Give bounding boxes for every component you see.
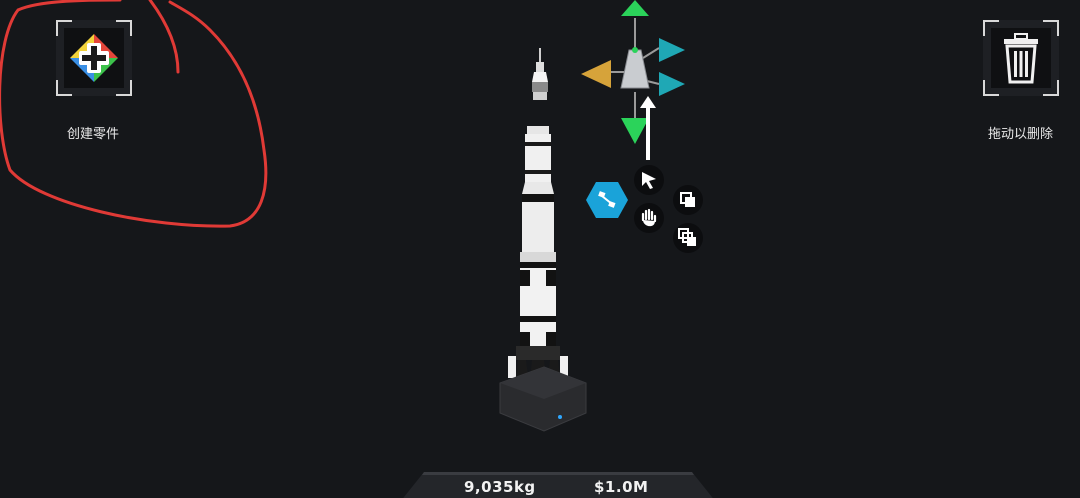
cost-readout: $1.0M [594, 478, 649, 496]
trash-can-icon [1004, 33, 1038, 84]
hex-symmetry-icon[interactable] [585, 180, 629, 220]
cursor-arrow-icon [642, 172, 656, 189]
delete-drop-zone[interactable] [983, 20, 1059, 96]
red-annotation-scribble [0, 0, 268, 228]
translate-gizmo[interactable] [575, 0, 695, 170]
clone-stack-tool-button[interactable] [673, 223, 703, 253]
clone-stack-icon [678, 228, 696, 246]
status-bar [400, 472, 716, 498]
mass-readout: 9,035kg [464, 478, 536, 496]
game-viewport[interactable]: 创建零件 拖动以删除 9,035kg $1.0M [0, 0, 1080, 498]
drag-arrow-icon [640, 96, 656, 160]
capsule-part[interactable] [522, 46, 562, 106]
select-tool-button[interactable] [634, 165, 664, 195]
pan-tool-button[interactable] [634, 203, 664, 233]
clone-layers-icon [680, 192, 695, 207]
clone-tool-button[interactable] [673, 185, 703, 215]
delete-label: 拖动以删除 [988, 127, 1054, 142]
hand-icon [641, 208, 657, 227]
launch-pad [499, 366, 587, 432]
